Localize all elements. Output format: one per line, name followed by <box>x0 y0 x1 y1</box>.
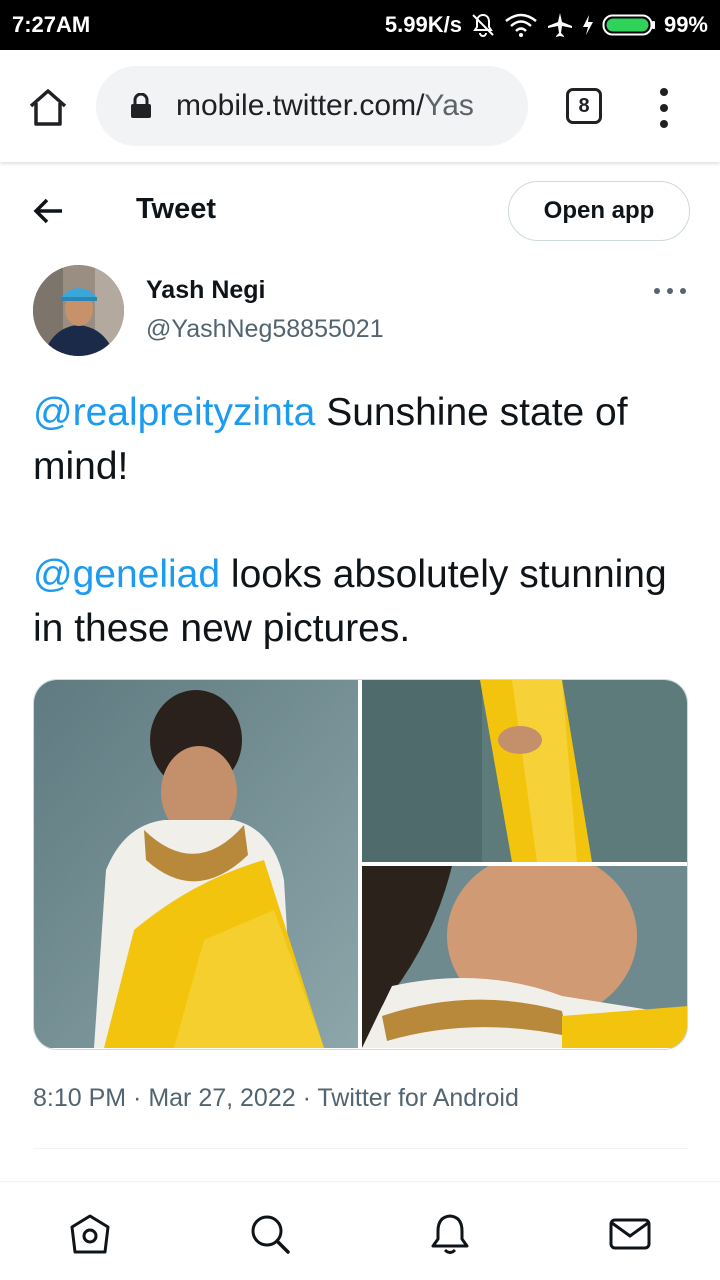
page-title: Tweet <box>136 193 217 225</box>
avatar[interactable] <box>33 265 124 356</box>
battery-icon <box>602 12 656 38</box>
tweet-photo[interactable] <box>362 866 687 1048</box>
more-options-icon[interactable] <box>654 286 686 296</box>
lock-icon <box>130 92 152 119</box>
bottom-navigation <box>0 1181 720 1280</box>
menu-icon[interactable] <box>654 88 674 128</box>
tabs-button[interactable]: 8 <box>566 88 602 124</box>
open-app-button[interactable]: Open app <box>508 181 690 241</box>
media-grid <box>33 679 688 1050</box>
tweet-photo[interactable] <box>34 680 358 1048</box>
mute-icon <box>470 12 496 38</box>
wifi-icon <box>504 12 538 38</box>
tweet-photo[interactable] <box>362 680 687 862</box>
mention-link[interactable]: @geneliad <box>33 553 220 596</box>
status-time: 7:27AM <box>12 12 91 37</box>
home-icon[interactable] <box>68 1212 112 1256</box>
tweet-timestamp[interactable]: 8:10 PM · Mar 27, 2022 · Twitter for And… <box>33 1084 519 1113</box>
divider <box>33 1148 688 1149</box>
status-right: 5.99K/s 99% <box>385 11 708 39</box>
network-speed: 5.99K/s <box>384 12 462 37</box>
tweet-text: @realpreityzinta Sunshine state of mind!… <box>33 386 693 656</box>
author-handle[interactable]: @YashNeg58855021 <box>146 315 384 344</box>
mention-link[interactable]: @realpreityzinta <box>33 391 315 434</box>
messages-icon[interactable] <box>608 1212 652 1256</box>
tweet-paragraph-2: @geneliad looks absolutely stunning in t… <box>33 548 693 656</box>
url-path: Yas <box>424 89 474 122</box>
url-text: mobile.twitter.com/Yas <box>176 89 506 123</box>
charging-icon <box>582 14 594 36</box>
tweet-header: Tweet Open app <box>0 162 720 258</box>
airplane-icon <box>546 11 574 39</box>
search-icon[interactable] <box>248 1212 292 1256</box>
notifications-icon[interactable] <box>428 1212 472 1256</box>
address-bar[interactable]: mobile.twitter.com/Yas <box>96 66 528 146</box>
browser-toolbar: mobile.twitter.com/Yas 8 <box>0 50 720 162</box>
battery-percent: 99% <box>663 12 708 37</box>
back-arrow-icon[interactable] <box>32 194 66 228</box>
author-display-name[interactable]: Yash Negi <box>146 276 266 305</box>
tweet-paragraph-1: @realpreityzinta Sunshine state of mind! <box>33 386 693 494</box>
url-host: mobile.twitter.com/ <box>176 89 425 122</box>
status-bar: 7:27AM 5.99K/s 99% <box>0 0 720 50</box>
home-icon[interactable] <box>26 86 70 130</box>
